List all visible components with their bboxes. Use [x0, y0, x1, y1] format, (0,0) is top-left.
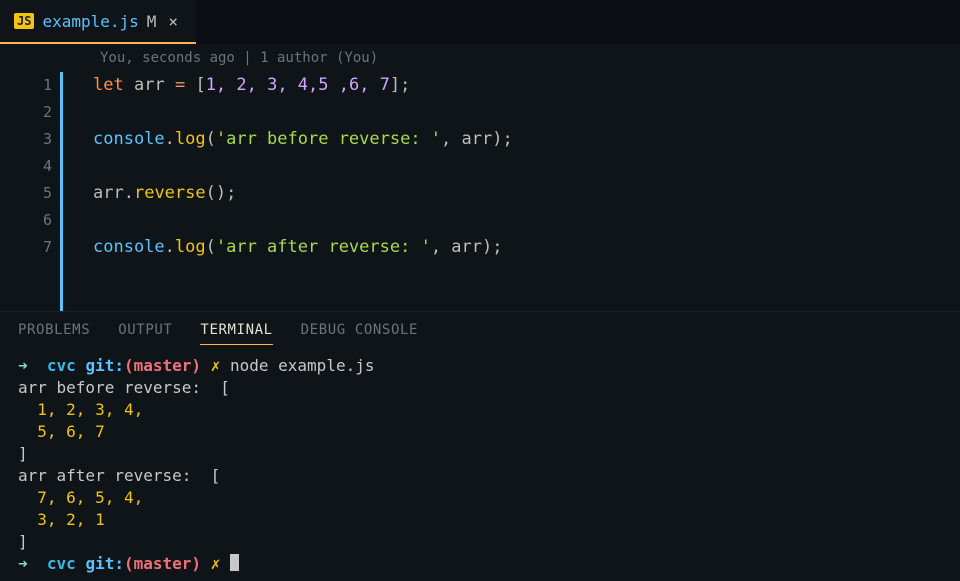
terminal-content[interactable]: ➜ cvc git:(master) ✗ node example.js arr… — [0, 351, 960, 581]
line-number: 3 — [0, 126, 52, 153]
tab-modified-indicator: M — [147, 12, 157, 31]
bottom-panel: PROBLEMS OUTPUT TERMINAL DEBUG CONSOLE ➜… — [0, 311, 960, 581]
code-line[interactable] — [93, 207, 960, 234]
code-line[interactable]: arr.reverse(); — [93, 180, 960, 207]
tab-output[interactable]: OUTPUT — [118, 322, 172, 345]
line-number: 6 — [0, 207, 52, 234]
tab-problems[interactable]: PROBLEMS — [18, 322, 90, 345]
close-icon[interactable]: × — [164, 12, 182, 31]
line-number-gutter: 1 2 3 4 5 6 7 — [0, 72, 60, 311]
terminal-cursor — [230, 554, 239, 571]
editor-tabbar: JS example.js M × — [0, 0, 960, 44]
code-line[interactable] — [93, 153, 960, 180]
tab-terminal[interactable]: TERMINAL — [200, 322, 272, 345]
line-number: 7 — [0, 234, 52, 261]
code-line[interactable]: console.log('arr after reverse: ', arr); — [93, 234, 960, 261]
editor-pane: You, seconds ago | 1 author (You) 1 2 3 … — [0, 44, 960, 311]
line-number: 2 — [0, 99, 52, 126]
line-number: 5 — [0, 180, 52, 207]
code-line[interactable] — [93, 99, 960, 126]
tab-filename: example.js — [42, 12, 138, 31]
gitlens-annotation[interactable]: You, seconds ago | 1 author (You) — [0, 44, 960, 72]
file-tab-example-js[interactable]: JS example.js M × — [0, 0, 196, 44]
git-change-indicator — [60, 72, 63, 311]
code-line[interactable]: console.log('arr before reverse: ', arr)… — [93, 126, 960, 153]
line-number: 1 — [0, 72, 52, 99]
panel-tabbar: PROBLEMS OUTPUT TERMINAL DEBUG CONSOLE — [0, 312, 960, 351]
javascript-icon: JS — [14, 13, 34, 29]
tab-debug-console[interactable]: DEBUG CONSOLE — [301, 322, 418, 345]
line-number: 4 — [0, 153, 52, 180]
code-area[interactable]: 1 2 3 4 5 6 7 let arr = [1, 2, 3, 4,5 ,6… — [0, 72, 960, 311]
code-lines[interactable]: let arr = [1, 2, 3, 4,5 ,6, 7]; console.… — [93, 72, 960, 311]
code-line[interactable]: let arr = [1, 2, 3, 4,5 ,6, 7]; — [93, 72, 960, 99]
